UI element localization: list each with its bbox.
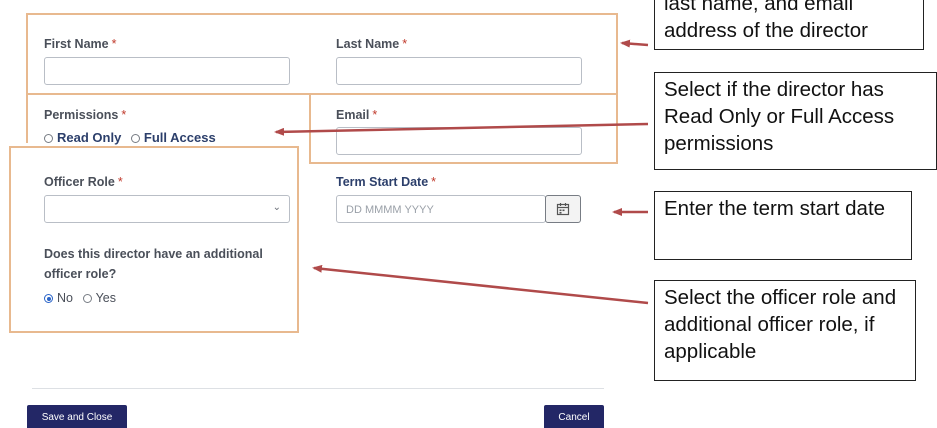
callout-permissions: Select if the director has Read Only or … [654, 72, 937, 170]
arrow-name-email [620, 39, 649, 48]
callout-officer-role: Select the officer role and additional o… [654, 280, 916, 381]
callout-name-email: last name, and email address of the dire… [654, 0, 924, 50]
arrow-permissions [274, 122, 649, 136]
arrow-officer-role [312, 264, 649, 305]
callout-term-start: Enter the term start date [654, 191, 912, 260]
